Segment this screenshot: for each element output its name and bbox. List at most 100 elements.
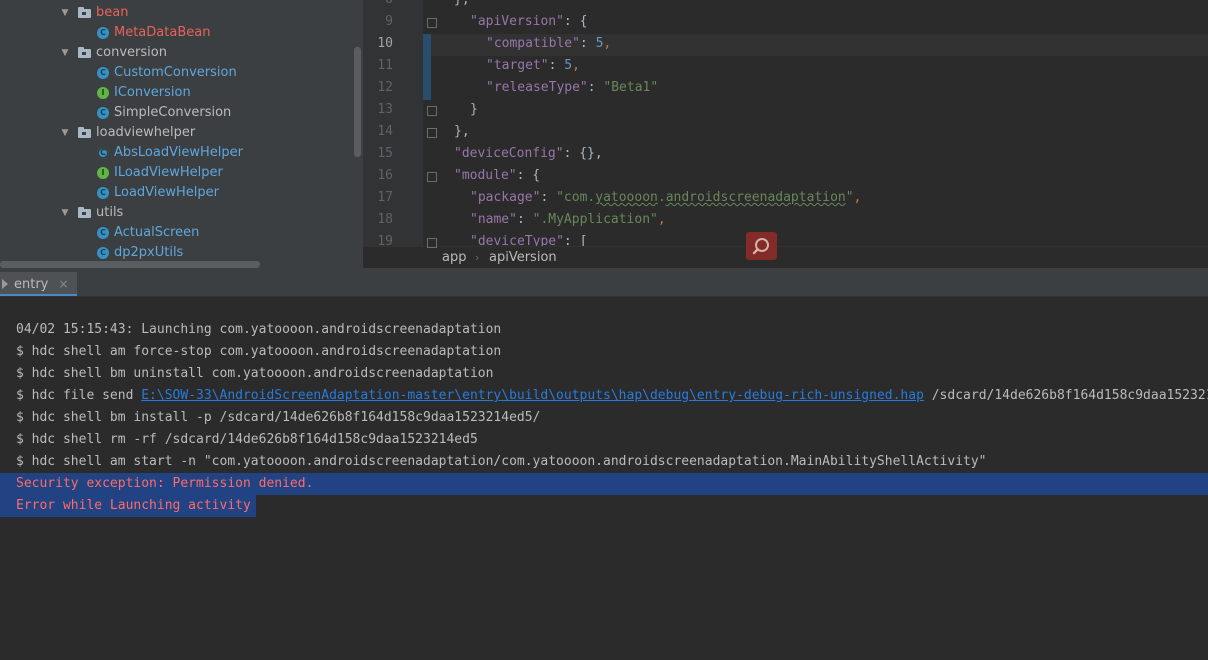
code-token: : <box>548 58 565 73</box>
chevron-down-icon[interactable]: ▼ <box>60 43 70 63</box>
run-console[interactable]: 04/02 15:15:43: Launching com.yatoooon.a… <box>0 297 1208 660</box>
code-token: }, <box>454 0 470 7</box>
code-line-13[interactable]: } <box>470 99 478 121</box>
code-token: "module" <box>454 168 517 183</box>
tree-item-label: ILoadViewHelper <box>114 165 223 180</box>
code-token: "apiVersion" <box>470 14 564 29</box>
line-number[interactable]: 9 <box>363 11 393 33</box>
tree-horizontal-scrollbar[interactable] <box>0 261 260 268</box>
tree-file-actualscreen[interactable]: C ActualScreen <box>0 223 350 243</box>
folder-icon-detail <box>82 212 86 215</box>
code-editor[interactable]: 8910111213141516171819 }, "apiVersion": … <box>363 0 1208 268</box>
code-line-17[interactable]: "package": "com.yatoooon.androidscreenad… <box>470 187 861 209</box>
tree-file-loadviewhelper[interactable]: C LoadViewHelper <box>0 183 350 203</box>
code-token: " <box>845 190 854 205</box>
line-number[interactable]: 10 <box>363 33 393 55</box>
code-line-11[interactable]: "target": 5, <box>486 55 580 77</box>
line-number[interactable]: 11 <box>363 55 393 77</box>
line-number[interactable]: 16 <box>363 165 393 187</box>
search-icon <box>752 238 769 255</box>
fold-marker-icon[interactable] <box>427 172 437 182</box>
code-line-9[interactable]: "apiVersion": { <box>470 11 587 33</box>
console-line: 04/02 15:15:43: Launching com.yatoooon.a… <box>16 322 502 337</box>
run-config-icon <box>2 279 8 289</box>
tree-folder-loadviewhelper[interactable]: ▼ loadviewhelper <box>0 123 350 143</box>
folder-icon <box>78 7 91 18</box>
code-token: , <box>657 212 666 227</box>
code-token: . <box>657 190 666 205</box>
code-line-10[interactable]: "compatible": 5, <box>486 33 611 55</box>
line-number[interactable]: 17 <box>363 187 393 209</box>
code-line-15[interactable]: "deviceConfig": {}, <box>454 143 603 165</box>
code-line-12[interactable]: "releaseType": "Beta1" <box>486 77 658 99</box>
folder-icon-detail <box>82 12 86 15</box>
hap-file-link[interactable]: E:\SOW-33\AndroidScreenAdaptation-master… <box>141 388 924 403</box>
tree-folder-bean[interactable]: ▼ bean <box>0 3 350 23</box>
fold-marker-icon[interactable] <box>427 128 437 138</box>
class-icon: C <box>97 67 109 79</box>
tree-file-dp2pxutils[interactable]: Cdp2pxUtils <box>0 243 350 263</box>
tree-item-label: CustomConversion <box>114 65 237 80</box>
console-line: $ hdc shell am force-stop com.yatoooon.a… <box>16 344 502 359</box>
fold-marker-icon[interactable] <box>427 238 437 248</box>
tree-vertical-scrollbar[interactable] <box>354 47 361 157</box>
line-number[interactable]: 14 <box>363 121 393 143</box>
interface-icon: I <box>97 87 109 99</box>
code-token: : <box>540 190 557 205</box>
tree-file-simpleconversion[interactable]: C SimpleConversion <box>0 103 350 123</box>
class-icon: C <box>97 107 109 119</box>
code-line-14[interactable]: }, <box>454 121 470 143</box>
editor-breadcrumb: app › apiVersion <box>363 246 1208 268</box>
breadcrumb-item-apiversion[interactable]: apiVersion <box>489 247 557 268</box>
run-tab-entry[interactable]: entry × <box>0 272 77 296</box>
tree-file-metadatabean[interactable]: C MetaDataBean <box>0 23 350 43</box>
folder-icon-detail <box>82 132 86 135</box>
code-token: : { <box>563 14 588 29</box>
vcs-change-marker[interactable] <box>423 34 431 100</box>
run-tab-label: entry <box>14 277 49 292</box>
tree-file-absloadviewhelper[interactable]: C AbsLoadViewHelper <box>0 143 350 163</box>
code-line-18[interactable]: "name": ".MyApplication", <box>470 209 666 231</box>
folder-icon-detail <box>82 52 86 55</box>
tree-file-iconversion[interactable]: I IConversion <box>0 83 350 103</box>
console-line: $ hdc shell am start -n "com.yatoooon.an… <box>16 454 987 469</box>
line-number[interactable]: 15 <box>363 143 393 165</box>
line-number[interactable]: 8 <box>363 0 393 11</box>
tree-file-iloadviewhelper[interactable]: I ILoadViewHelper <box>0 163 350 183</box>
class-icon: C <box>97 187 109 199</box>
code-token: }, <box>454 124 470 139</box>
code-token: 5 <box>564 58 573 73</box>
console-line: $ hdc shell bm install -p /sdcard/14de62… <box>16 410 541 425</box>
fold-marker-icon[interactable] <box>427 18 437 28</box>
code-token: } <box>470 102 478 117</box>
chevron-down-icon[interactable]: ▼ <box>60 203 70 223</box>
tree-folder-utils[interactable]: ▼ utils <box>0 203 350 223</box>
search-everywhere-button[interactable] <box>746 232 777 260</box>
breadcrumb-item-app[interactable]: app <box>442 247 466 268</box>
line-number[interactable]: 13 <box>363 99 393 121</box>
tree-item-label: utils <box>96 205 124 220</box>
fold-marker-icon[interactable] <box>427 106 437 116</box>
breadcrumb-separator: › <box>475 251 480 264</box>
code-token: : {}, <box>563 146 603 161</box>
code-line-16[interactable]: "module": { <box>454 165 540 187</box>
code-token: "compatible" <box>486 36 580 51</box>
code-token: : <box>587 80 604 95</box>
chevron-down-icon[interactable]: ▼ <box>60 3 70 23</box>
code-token: "deviceConfig" <box>454 146 564 161</box>
project-tree: ▼ bean C MetaDataBean ▼ conversion C CustomConv… <box>0 0 363 268</box>
line-number[interactable]: 18 <box>363 209 393 231</box>
code-line-8[interactable]: }, <box>454 0 470 11</box>
line-number[interactable]: 12 <box>363 77 393 99</box>
close-icon[interactable]: × <box>59 277 69 291</box>
tree-item-label: bean <box>96 5 129 20</box>
tree-item-label: ActualScreen <box>114 225 200 240</box>
console-text: /sdcard/14de626b8f164d158c9daa1523214ed5 <box>931 388 1208 403</box>
chevron-down-icon[interactable]: ▼ <box>60 123 70 143</box>
code-token: "package" <box>470 190 541 205</box>
tree-folder-conversion[interactable]: ▼ conversion <box>0 43 350 63</box>
class-icon: C <box>97 27 109 39</box>
code-token: , <box>603 36 612 51</box>
code-token: , <box>572 58 580 73</box>
tree-file-customconversion[interactable]: C CustomConversion <box>0 63 350 83</box>
